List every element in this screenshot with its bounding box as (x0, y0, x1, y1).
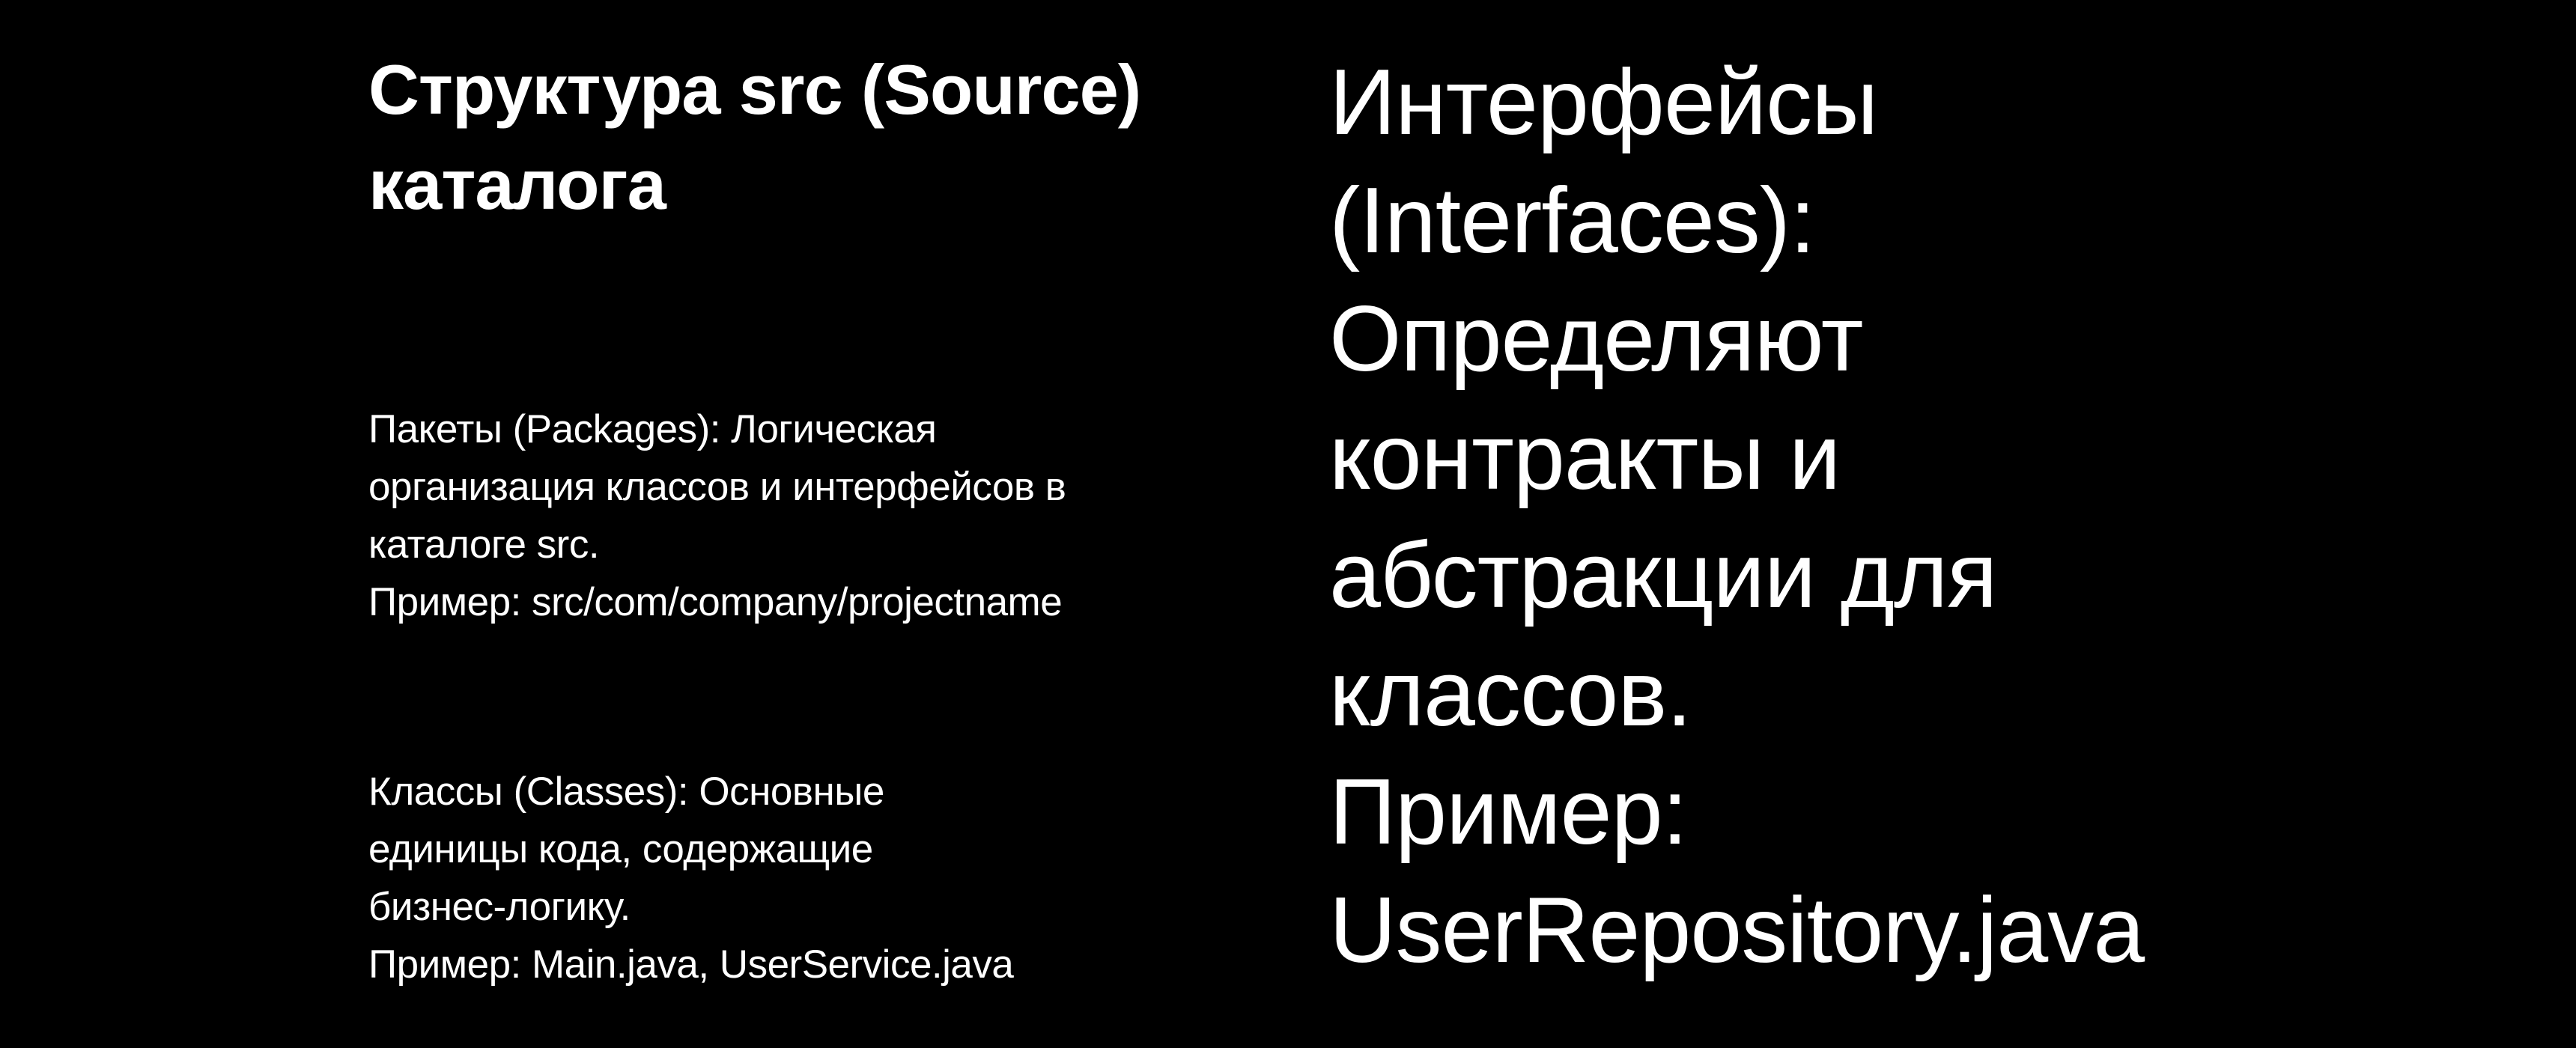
text-line: Пример: Main.java, UserService.java (368, 942, 1014, 987)
text-line: (Interfaces): (1329, 169, 1816, 272)
title-line: Структура src (Source) (368, 50, 1141, 129)
text-line: Классы (Classes): Основные (368, 770, 884, 814)
text-line: UserRepository.java (1329, 879, 2145, 982)
text-line: Пример: src/com/company/projectname (368, 580, 1063, 624)
classes-description: Классы (Classes): Основные единицы кода,… (368, 763, 1014, 993)
text-line: классов. (1329, 642, 1692, 746)
text-line: единицы кода, содержащие (368, 827, 873, 871)
text-line: абстракции для (1329, 524, 1997, 627)
text-line: контракты и (1329, 406, 1841, 509)
title-line: каталога (368, 145, 666, 224)
text-line: Пакеты (Packages): Логическая (368, 407, 937, 451)
packages-description: Пакеты (Packages): Логическая организаци… (368, 400, 1066, 631)
text-line: Пример: (1329, 761, 1688, 864)
text-line: бизнес-логику. (368, 885, 631, 929)
text-line: организация классов и интерфейсов в (368, 465, 1066, 509)
slide-title: Структура src (Source) каталога (368, 42, 1141, 232)
text-line: Определяют (1329, 287, 1864, 391)
text-line: Интерфейсы (1329, 51, 1878, 154)
interfaces-description: Интерфейсы (Interfaces): Определяют конт… (1329, 43, 2145, 990)
text-line: каталоге src. (368, 523, 600, 567)
